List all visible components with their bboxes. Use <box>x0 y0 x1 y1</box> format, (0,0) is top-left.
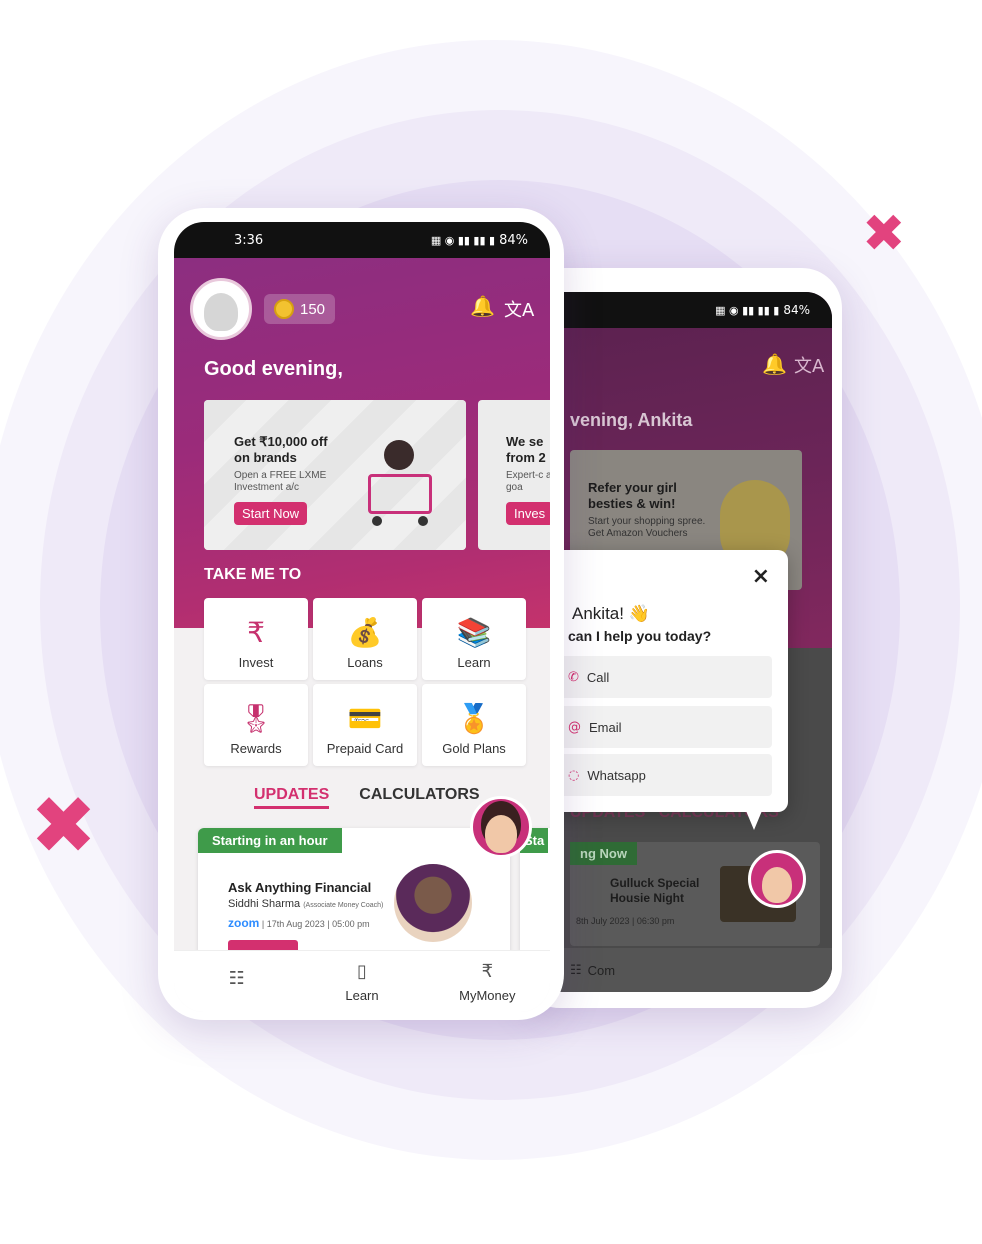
option-label: Whatsapp <box>587 767 646 783</box>
host-role: (Associate Money Coach) <box>303 902 384 909</box>
tile-label: Learn <box>457 655 491 670</box>
event-title: Gulluck Special Housie Night <box>610 876 700 905</box>
community-icon: ☷ <box>228 968 245 989</box>
content-tabs: UPDATES CALCULATORS <box>254 786 480 809</box>
gold-plans-icon: 🏅 <box>456 702 492 735</box>
loans-icon: 💰 <box>347 616 383 649</box>
nav-label[interactable]: Com <box>588 963 615 978</box>
back-nav: ☷ Com <box>530 948 832 992</box>
banner-title: We se from 2 <box>506 434 546 465</box>
tile-gold-plans[interactable]: 🏅 Gold Plans <box>422 684 526 766</box>
option-label: Call <box>586 669 610 685</box>
start-now-button[interactable]: Start Now <box>234 502 308 525</box>
call-option[interactable]: ✆ Call <box>554 656 772 698</box>
status-icons: ▦ ◉ ▮▮ ▮▮ ▮ <box>715 303 780 317</box>
tile-label: Loans <box>347 655 383 670</box>
coin-balance[interactable]: 150 <box>264 294 336 324</box>
host-name: Siddhi Sharma <box>228 898 301 910</box>
event-meta: | 17th Aug 2023 | 05:00 pm <box>261 919 370 929</box>
nav-label: Learn <box>345 987 379 1003</box>
tile-label: Invest <box>238 655 274 670</box>
prepaid-card-icon: 💳 <box>347 702 383 735</box>
popup-hello: Ankita! 👋 <box>572 604 650 623</box>
event-title: Ask Anything Financial <box>228 880 372 895</box>
host-photo <box>394 864 472 942</box>
decorative-x-icon: ✖ <box>30 779 98 872</box>
greeting-text: vening, Ankita <box>570 410 693 430</box>
tile-label: Prepaid Card <box>326 741 404 756</box>
tile-invest[interactable]: ₹ Invest <box>204 598 308 680</box>
greeting-text: Good evening, <box>204 358 343 380</box>
book-icon: ▯ <box>357 960 367 982</box>
zoom-logo: zoom <box>228 916 260 930</box>
rupee-icon: ₹ <box>481 960 494 982</box>
phone-icon: ✆ <box>568 669 579 685</box>
banner-subtitle: Start your shopping spree. Get Amazon Vo… <box>588 516 706 539</box>
whatsapp-icon: ◌ <box>568 767 580 783</box>
nav-item-learn[interactable]: ▯ Learn <box>299 951 424 1012</box>
tile-rewards[interactable]: 🎖 Rewards <box>204 684 308 766</box>
battery-text: 84% <box>783 303 810 317</box>
bell-icon[interactable]: 🔔 <box>470 294 495 318</box>
take-me-to-heading: TAKE ME TO <box>204 566 302 583</box>
learn-icon: 📚 <box>456 616 492 649</box>
decorative-x-icon: ✖ <box>862 204 906 264</box>
popup-tail <box>744 806 764 830</box>
invest-banner[interactable]: We se from 2 Expert-c and goa Inves <box>478 400 550 550</box>
rewards-icon: 🎖 <box>238 702 274 735</box>
close-icon[interactable]: × <box>752 564 770 589</box>
event-meta: 8th July 2023 | 06:30 pm <box>576 916 675 926</box>
coin-count: 150 <box>300 300 326 318</box>
clock-text: 3:36 <box>234 232 264 248</box>
community-icon[interactable]: ☷ <box>570 963 582 978</box>
tile-prepaid-card[interactable]: 💳 Prepaid Card <box>313 684 417 766</box>
status-icons: ▦ ◉ ▮▮ ▮▮ ▮ <box>430 233 496 247</box>
email-option[interactable]: @ Email <box>554 706 772 748</box>
event-tag: Starting in an hour <box>198 828 342 853</box>
tab-updates[interactable]: UPDATES <box>254 786 330 809</box>
shopping-cart-illustration <box>354 430 444 530</box>
tab-calculators[interactable]: CALCULATORS <box>359 786 479 809</box>
email-icon: @ <box>568 719 581 735</box>
banner-subtitle: Expert-c and goa <box>506 470 550 493</box>
help-popup: × Ankita! 👋 can I help you today? ✆ Call … <box>548 550 788 830</box>
invest-icon: ₹ <box>247 616 265 649</box>
banner-title: Get ₹10,000 off on brands <box>234 434 328 465</box>
event-tag: ng Now <box>570 842 637 865</box>
tile-learn[interactable]: 📚 Learn <box>422 598 526 680</box>
avatar[interactable] <box>190 278 252 340</box>
coin-icon <box>274 299 294 319</box>
tile-label: Rewards <box>230 741 282 756</box>
front-phone: 3:36 ▦ ◉ ▮▮ ▮▮ ▮ 84% 150 🔔 文A Good eveni… <box>158 208 564 1020</box>
banner-subtitle: Open a FREE LXME Investment a/c <box>234 470 327 493</box>
whatsapp-option[interactable]: ◌ Whatsapp <box>554 754 772 796</box>
popup-question: can I help you today? <box>568 628 712 644</box>
invest-button[interactable]: Inves <box>506 502 550 525</box>
assistant-avatar-icon[interactable] <box>748 850 806 908</box>
assistant-avatar-icon[interactable] <box>470 796 532 858</box>
translate-icon[interactable]: 文A <box>504 296 534 322</box>
bell-icon[interactable]: 🔔 <box>762 352 787 376</box>
banner-title: Refer your girl besties & win! <box>588 480 677 511</box>
brand-offer-banner[interactable]: Get ₹10,000 off on brands Open a FREE LX… <box>204 400 466 550</box>
tile-loans[interactable]: 💰 Loans <box>313 598 417 680</box>
bottom-nav: ☷ ▯ Learn ₹ MyMoney <box>174 950 550 1012</box>
option-label: Email <box>589 719 622 735</box>
nav-item-mymoney[interactable]: ₹ MyMoney <box>425 951 550 1012</box>
tile-label: Gold Plans <box>442 741 506 756</box>
nav-label: MyMoney <box>459 987 516 1003</box>
status-bar: 3:36 ▦ ◉ ▮▮ ▮▮ ▮ 84% <box>174 222 550 258</box>
front-phone-screen: 3:36 ▦ ◉ ▮▮ ▮▮ ▮ 84% 150 🔔 文A Good eveni… <box>174 222 550 1012</box>
nav-item-community[interactable]: ☷ <box>174 951 299 1012</box>
translate-icon[interactable]: 文A <box>794 352 824 378</box>
status-bar: ▦ ◉ ▮▮ ▮▮ ▮ 84% <box>530 292 832 328</box>
battery-text: 84% <box>499 232 528 248</box>
event-card[interactable]: Starting in an hour Ask Anything Financi… <box>198 828 510 956</box>
